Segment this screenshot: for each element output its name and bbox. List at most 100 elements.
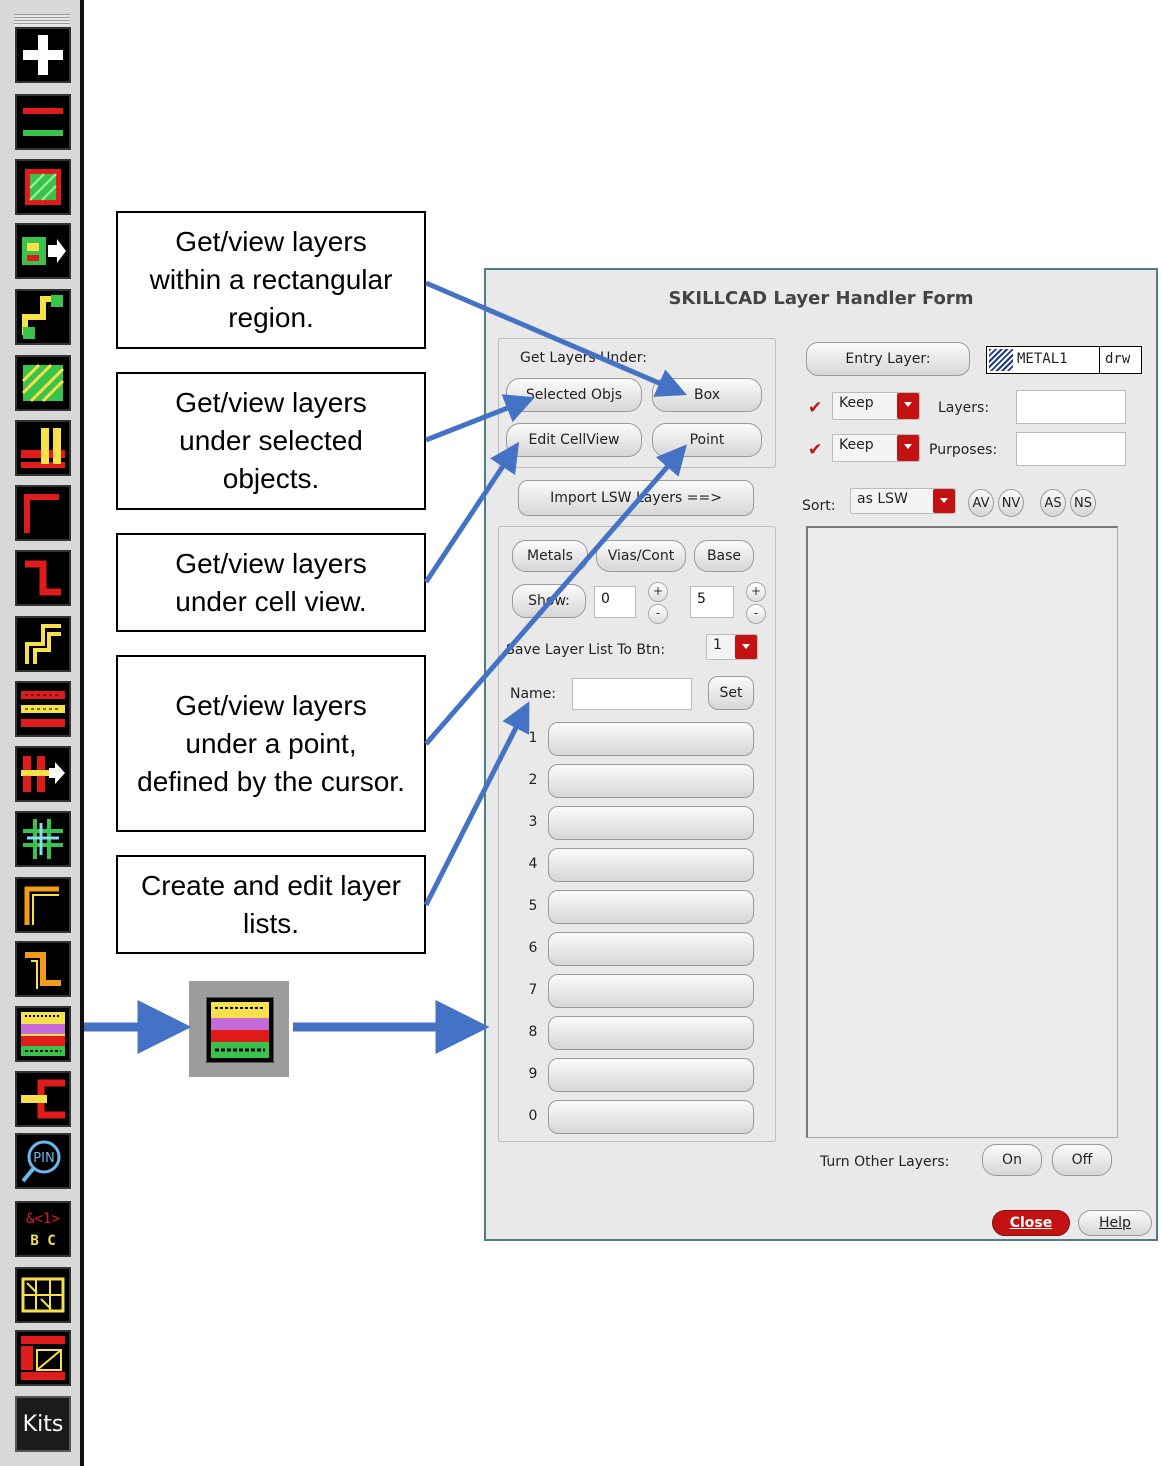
callout-cellview: Get/view layers under cell view. <box>116 533 426 632</box>
chevron-down-icon[interactable] <box>897 435 919 461</box>
av-button[interactable]: AV <box>968 489 994 517</box>
hatched-square-icon[interactable] <box>15 159 71 215</box>
shapes-arrow-icon[interactable] <box>15 223 71 279</box>
show-from-field[interactable]: 0 <box>594 586 636 618</box>
base-button[interactable]: Base <box>694 540 754 572</box>
bus-label-icon[interactable]: &<1> B C <box>15 1201 71 1257</box>
show-button[interactable]: Show: <box>512 584 586 618</box>
as-button[interactable]: AS <box>1040 489 1066 517</box>
pin-label: PIN <box>33 1151 54 1166</box>
swatch-divider <box>1099 347 1100 373</box>
red-blocks-icon[interactable] <box>15 1330 71 1386</box>
hatched-blocks-icon[interactable] <box>15 355 71 411</box>
step-path-icon[interactable] <box>15 289 71 345</box>
sort-label: Sort: <box>802 498 836 514</box>
plus-icon[interactable]: + <box>746 582 766 602</box>
red-green-lines-icon[interactable] <box>15 94 71 150</box>
list-row-number: 7 <box>528 982 538 998</box>
layer-list-slot-button[interactable] <box>548 722 754 756</box>
purposes-field[interactable] <box>1016 432 1126 466</box>
save-btn-value: 1 <box>713 637 722 653</box>
list-row-number: 0 <box>528 1108 538 1124</box>
yellow-grid-icon[interactable] <box>15 1267 71 1323</box>
get-layers-label: Get Layers Under: <box>520 350 648 366</box>
sort-value: as LSW <box>857 491 908 507</box>
list-row-number: 5 <box>528 898 538 914</box>
layer-list-slot-button[interactable] <box>548 764 754 798</box>
minus-icon[interactable]: - <box>746 604 766 624</box>
layer-handler-icon[interactable] <box>15 1006 71 1062</box>
keep-layers-select[interactable]: Keep <box>832 392 920 420</box>
entry-layer-button[interactable]: Entry Layer: <box>806 342 970 376</box>
layer-list-slot-button[interactable] <box>548 1100 754 1134</box>
set-button[interactable]: Set <box>708 676 754 710</box>
callout-text: Create and edit layer lists. <box>141 869 401 939</box>
show-from-stepper[interactable]: + - <box>648 582 668 624</box>
layer-list-slot-button[interactable] <box>548 806 754 840</box>
bus-label-bottom: B C <box>30 1233 55 1249</box>
red-bars-arrow-icon[interactable] <box>15 746 71 802</box>
orange-zigzag-icon[interactable] <box>15 941 71 997</box>
kits-button[interactable]: Kits <box>15 1396 71 1452</box>
sort-select[interactable]: as LSW <box>850 488 956 514</box>
nv-button[interactable]: NV <box>998 489 1024 517</box>
chevron-down-icon[interactable] <box>897 393 919 419</box>
layer-list-slot-button[interactable] <box>548 1016 754 1050</box>
toolbar-grip[interactable] <box>14 14 70 26</box>
turn-other-layers-label: Turn Other Layers: <box>820 1154 950 1170</box>
chevron-down-icon[interactable] <box>735 635 757 659</box>
ns-button[interactable]: NS <box>1070 489 1096 517</box>
layer-pattern-icon <box>989 349 1013 371</box>
layer-list-slot-button[interactable] <box>548 974 754 1008</box>
layer-list-slot-button[interactable] <box>548 890 754 924</box>
bars-grid-icon[interactable] <box>15 420 71 476</box>
crosshair-grid-icon[interactable] <box>15 811 71 867</box>
vias-cont-button[interactable]: Vias/Cont <box>596 540 686 572</box>
help-button[interactable]: Help <box>1078 1210 1152 1236</box>
red-corner-icon[interactable] <box>15 485 71 541</box>
on-button[interactable]: On <box>982 1144 1042 1176</box>
callout-text: Get/view layers under cell view. <box>175 547 367 617</box>
callout-selected-objs: Get/view layers under selected objects. <box>116 372 426 510</box>
show-to-stepper[interactable]: + - <box>746 582 766 624</box>
selected-objs-button[interactable]: Selected Objs <box>506 378 642 412</box>
list-row-number: 3 <box>528 814 538 830</box>
list-row-number: 9 <box>528 1066 538 1082</box>
list-row-number: 4 <box>528 856 538 872</box>
layer-list-slot-button[interactable] <box>548 1058 754 1092</box>
layer-handler-icon-zoomed <box>189 981 289 1077</box>
point-button[interactable]: Point <box>652 423 762 457</box>
edit-cellview-button[interactable]: Edit CellView <box>506 423 642 457</box>
layer-list-pane[interactable] <box>806 526 1118 1138</box>
striped-bars-icon[interactable] <box>15 681 71 737</box>
plus-icon[interactable] <box>15 27 71 83</box>
yellow-step-icon[interactable] <box>15 616 71 672</box>
pin-search-icon[interactable]: PIN <box>15 1133 71 1189</box>
metals-button[interactable]: Metals <box>512 540 588 572</box>
chevron-down-icon[interactable] <box>933 489 955 513</box>
layer-list-slot-button[interactable] <box>548 848 754 882</box>
close-button[interactable]: Close <box>992 1210 1070 1236</box>
red-bracket-icon[interactable] <box>15 1071 71 1127</box>
keep-purposes-select[interactable]: Keep <box>832 434 920 462</box>
save-layer-list-label: Save Layer List To Btn: <box>506 642 666 658</box>
layer-list-slot-button[interactable] <box>548 932 754 966</box>
orange-corner-icon[interactable] <box>15 877 71 933</box>
box-button[interactable]: Box <box>652 378 762 412</box>
keep-purposes-checkbox[interactable]: ✔ <box>808 442 824 459</box>
save-btn-select[interactable]: 1 <box>706 634 758 660</box>
keep-layers-checkbox[interactable]: ✔ <box>808 400 824 417</box>
show-to-field[interactable]: 5 <box>690 586 734 618</box>
list-row-number: 8 <box>528 1024 538 1040</box>
entry-layer-swatch[interactable]: METAL1 drw <box>986 346 1142 374</box>
callout-text: Get/view layers under selected objects. <box>175 387 367 494</box>
callout-layer-lists: Create and edit layer lists. <box>116 855 426 954</box>
import-lsw-button[interactable]: Import LSW Layers ==> <box>518 480 754 516</box>
list-row-number: 1 <box>528 730 538 746</box>
name-field[interactable] <box>572 678 692 710</box>
off-button[interactable]: Off <box>1052 1144 1112 1176</box>
plus-icon[interactable]: + <box>648 582 668 602</box>
red-zigzag-icon[interactable] <box>15 550 71 606</box>
layers-field[interactable] <box>1016 390 1126 424</box>
minus-icon[interactable]: - <box>648 604 668 624</box>
